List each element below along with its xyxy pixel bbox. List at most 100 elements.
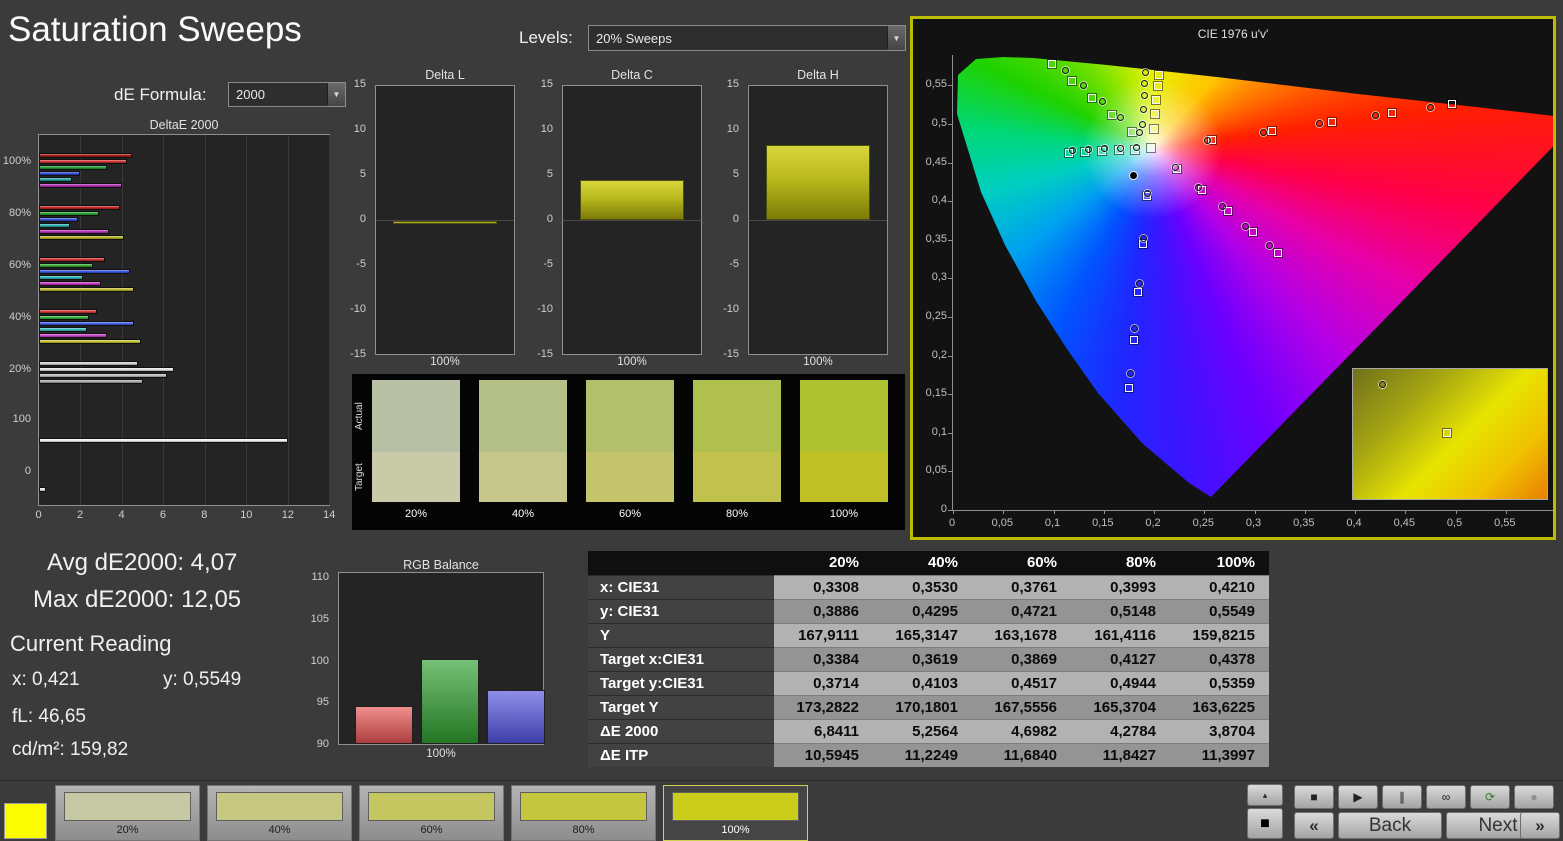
swatch-button-60%[interactable]: 60%: [359, 785, 504, 841]
de-bar: [39, 287, 135, 292]
back-button[interactable]: Back: [1338, 812, 1442, 839]
step-icon: ∥: [1399, 790, 1405, 804]
gridline: [163, 135, 165, 505]
deltae-chart: [38, 134, 330, 506]
green-sweep-measured: [1117, 113, 1125, 121]
delta-l-chart: [375, 85, 515, 355]
y-tick: [948, 471, 952, 473]
swatch-button-100%[interactable]: 100%: [663, 785, 808, 841]
y-tick-label: 90: [316, 738, 329, 750]
y-tick: [948, 355, 952, 357]
page-title: Saturation Sweeps: [8, 10, 302, 49]
de-bar: [39, 321, 135, 326]
table-header-row: 20% 40% 60% 80% 100%: [588, 551, 1269, 575]
levels-label: Levels:: [519, 28, 573, 47]
table-cell: 11,6840: [972, 742, 1071, 767]
swatch-button-40%[interactable]: 40%: [207, 785, 352, 841]
y-tick: [948, 278, 952, 280]
table-cell: 0,3384: [774, 646, 873, 671]
magenta-sweep-measured: [1218, 203, 1226, 211]
red-sweep-target: [1327, 118, 1336, 126]
y-tick-label: -5: [729, 258, 739, 270]
y-tick-label: 0,25: [925, 310, 947, 322]
table-row: Target x:CIE31 0,3384 0,3619 0,3869 0,4127 0,…: [588, 646, 1269, 671]
swatch-button-label: 40%: [268, 824, 291, 836]
swatch-button-20%[interactable]: 20%: [55, 785, 200, 841]
table-cell: 5,2564: [873, 718, 972, 743]
swatch-column-label: 60%: [618, 508, 642, 520]
actual-swatch: [479, 380, 567, 452]
y-tick-label: 110: [311, 571, 329, 583]
table-cell: 173,2822: [774, 694, 873, 719]
inset-measured-point: [1379, 381, 1386, 388]
options-button[interactable]: ▴: [1247, 784, 1283, 806]
levels-value: 20% Sweeps: [596, 30, 672, 46]
delta-h-x-label: 100%: [803, 356, 833, 368]
white-point-target: [1147, 144, 1156, 152]
prev-page-button[interactable]: «: [1294, 812, 1334, 839]
red-sweep-measured: [1371, 112, 1379, 120]
table-row-label: ΔE ITP: [588, 742, 774, 767]
de-bar: [39, 333, 108, 338]
table-cell: 6,8411: [774, 718, 873, 743]
cyan-sweep-measured: [1116, 144, 1124, 152]
table-cell: 0,5148: [1071, 598, 1170, 623]
gridline: [121, 135, 123, 505]
green-sweep-target: [1088, 93, 1096, 102]
refresh-button[interactable]: ⟳: [1470, 785, 1510, 809]
green-sweep-target: [1107, 110, 1116, 119]
swatch-button-label: 60%: [420, 824, 443, 836]
gridline: [204, 135, 206, 505]
blank-screen-button[interactable]: ■: [1247, 808, 1283, 839]
actual-swatch: [372, 380, 460, 452]
cie-y-axis: 0 0,05 0,1 0,15 0,2 0,25 0,3 0,35 0,4 0,45 0,5 0,55: [915, 55, 949, 515]
target-swatch: [479, 452, 567, 502]
yellow-sweep-target: [1154, 70, 1163, 79]
cyan-sweep-measured: [1132, 143, 1140, 151]
cie-x-axis: 0 0,05 0,1 0,15 0,2 0,25 0,3 0,35 0,4 0,45 0,5 0,55: [948, 513, 1562, 529]
step-button[interactable]: ∥: [1382, 785, 1422, 809]
y-tick: [948, 432, 952, 434]
table-cell: 10,5945: [774, 742, 873, 767]
y-tick-label: 0: [940, 503, 947, 515]
swatch-comparison-panel: Actual Target 20% 40% 60% 80% 100%: [352, 374, 905, 530]
y-tick-label: 20%: [8, 363, 31, 375]
x-tick-label: 0,45: [1393, 517, 1416, 529]
table-col-header: 20%: [774, 551, 873, 575]
yellow-sweep-measured: [1141, 79, 1149, 87]
table-col-header: 40%: [873, 551, 972, 575]
de-bar: [39, 327, 87, 332]
blue-sweep-target: [1129, 336, 1138, 345]
y-tick-label: -5: [356, 258, 366, 270]
table-cell: 0,4210: [1170, 574, 1269, 599]
y-tick-label: 0,35: [925, 232, 947, 245]
rgb-balance-title: RGB Balance: [403, 558, 479, 572]
levels-select[interactable]: 20% Sweeps ▼: [588, 25, 906, 51]
stop-button[interactable]: ■: [1294, 785, 1334, 809]
y-tick-label: 10: [540, 123, 553, 135]
swatch-color: [672, 792, 799, 821]
record-button[interactable]: ●: [1514, 785, 1554, 809]
swatch-button-80%[interactable]: 80%: [511, 785, 656, 841]
target-row-label: Target: [354, 463, 365, 491]
gridline: [80, 135, 82, 505]
loop-icon: ∞: [1441, 790, 1451, 804]
yellow-sweep-measured: [1141, 69, 1149, 77]
next-page-button[interactable]: »: [1520, 812, 1560, 839]
table-cell: 4,6982: [972, 718, 1071, 743]
actual-row-label: Actual: [354, 402, 365, 430]
loop-button[interactable]: ∞: [1426, 785, 1466, 809]
table-col-header: 80%: [1071, 551, 1170, 575]
yellow-sweep-measured: [1140, 91, 1148, 99]
actual-swatch: [800, 380, 888, 452]
y-tick-label: 10: [353, 123, 366, 135]
table-cell: 0,4517: [972, 670, 1071, 695]
bottom-bar: 20% 40% 60% 80% 100% ▴ ■ ■ ▶ ∥ ∞ ⟳ ● « Back Next …: [0, 780, 1563, 841]
x-tick-label: 0,2: [1145, 517, 1161, 529]
de-formula-value: 2000: [236, 87, 265, 102]
x-tick-label: 0: [948, 517, 956, 529]
de-formula-select[interactable]: 2000 ▼: [228, 82, 346, 107]
play-button[interactable]: ▶: [1338, 785, 1378, 809]
y-tick-label: 105: [310, 612, 329, 625]
y-tick: [948, 124, 952, 125]
